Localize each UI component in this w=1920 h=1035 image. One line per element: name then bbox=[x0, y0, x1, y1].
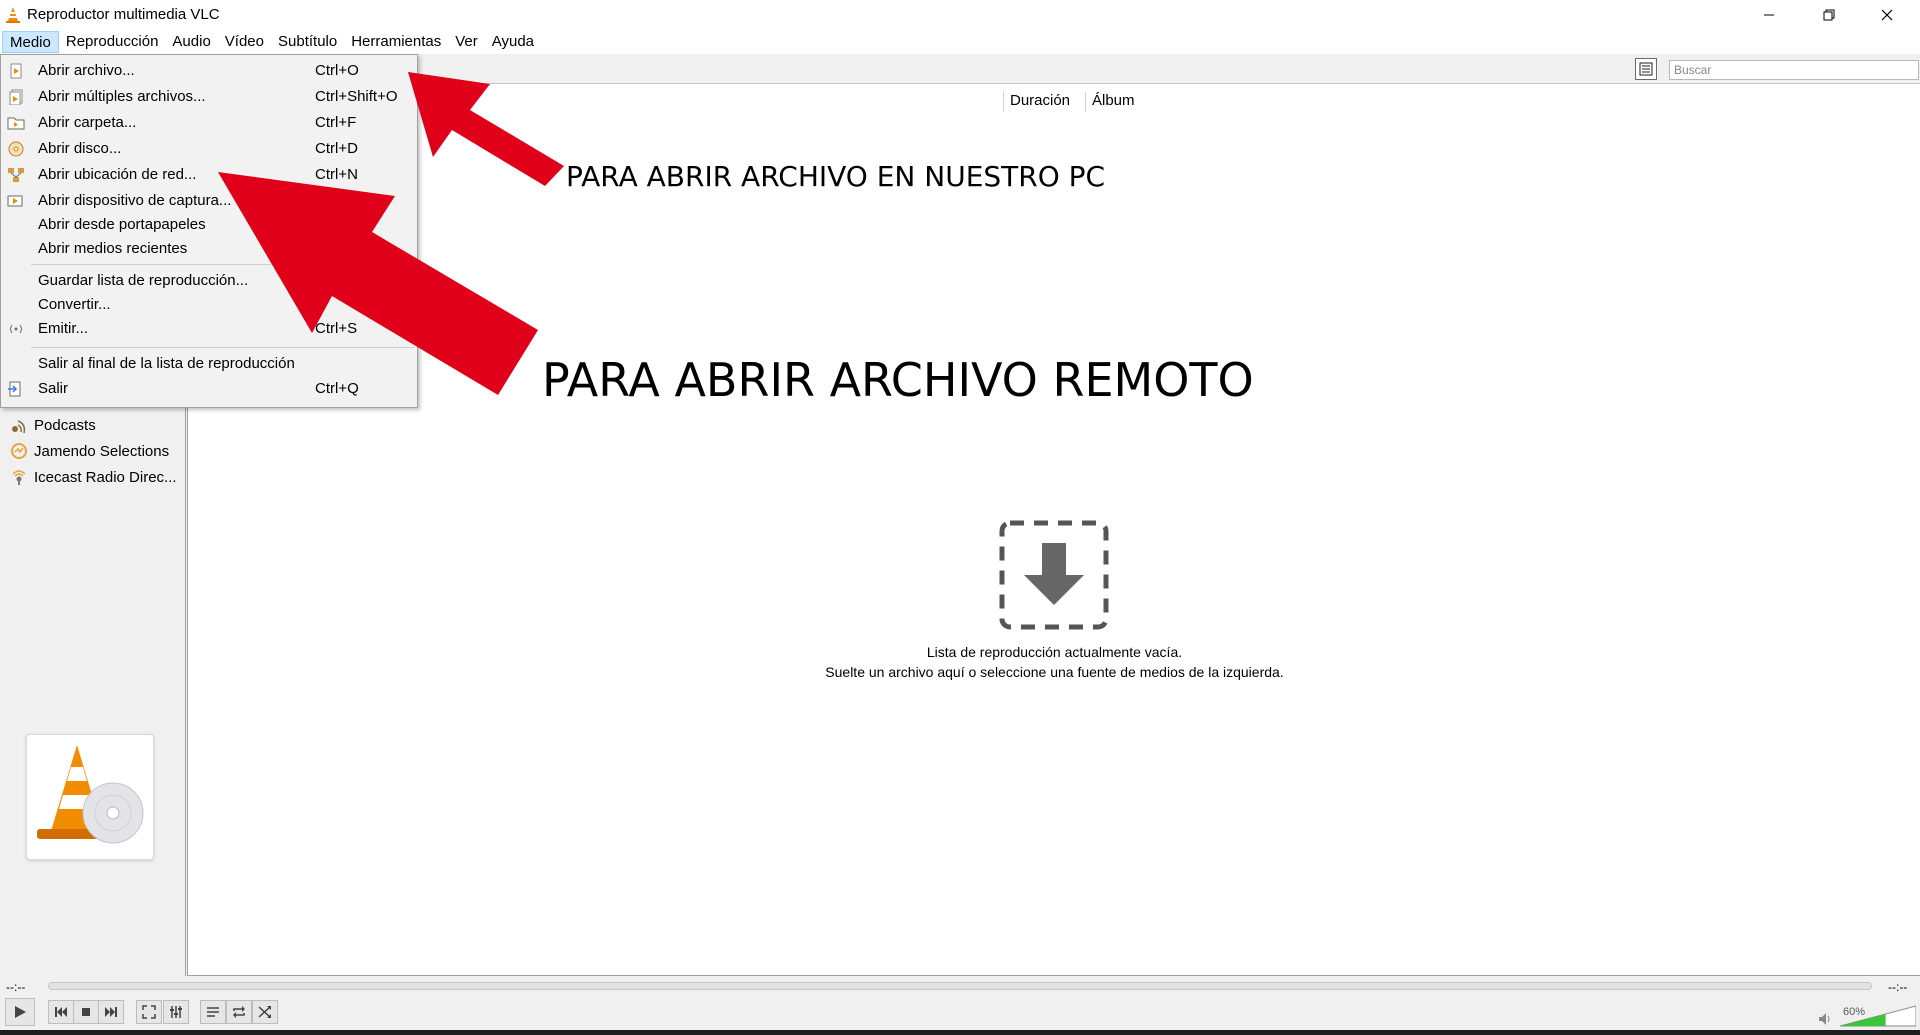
volume-percentage: 60% bbox=[1843, 1006, 1866, 1018]
annotation-arrow-bottom bbox=[218, 172, 538, 395]
shuffle-button[interactable] bbox=[252, 1000, 278, 1024]
playback-controls: --:-- --:-- 60% bbox=[0, 976, 1920, 1035]
playlist-icon bbox=[207, 1007, 219, 1017]
vlc-window: Reproductor multimedia VLC Medio Reprodu… bbox=[0, 0, 1920, 1035]
seek-slider[interactable] bbox=[48, 982, 1872, 990]
equalizer-icon bbox=[170, 1006, 182, 1018]
fullscreen-button[interactable] bbox=[136, 1000, 162, 1024]
next-button[interactable] bbox=[98, 1000, 124, 1024]
taskbar-edge bbox=[0, 1030, 1920, 1035]
fullscreen-icon bbox=[142, 1005, 156, 1019]
annotation-text-local: PARA ABRIR ARCHIVO EN NUESTRO PC bbox=[566, 160, 1106, 193]
play-button[interactable] bbox=[5, 998, 35, 1026]
previous-button[interactable] bbox=[48, 1000, 74, 1024]
next-icon bbox=[105, 1007, 117, 1017]
extended-settings-button[interactable] bbox=[163, 1000, 189, 1024]
previous-icon bbox=[55, 1007, 67, 1017]
annotation-text-remote: PARA ABRIR ARCHIVO REMOTO bbox=[542, 353, 1254, 407]
speaker-icon[interactable] bbox=[1818, 1012, 1834, 1026]
loop-button[interactable] bbox=[226, 1000, 252, 1024]
annotation-arrows bbox=[218, 72, 564, 395]
play-icon bbox=[15, 1006, 26, 1018]
shuffle-icon bbox=[258, 1006, 271, 1018]
loop-icon bbox=[233, 1006, 245, 1018]
stop-icon bbox=[82, 1008, 90, 1016]
annotation-arrow-top bbox=[408, 72, 564, 186]
playlist-toggle-button[interactable] bbox=[200, 1000, 226, 1024]
stop-button[interactable] bbox=[73, 1000, 99, 1024]
time-total: --:-- bbox=[1888, 980, 1908, 994]
time-elapsed: --:-- bbox=[6, 980, 26, 994]
